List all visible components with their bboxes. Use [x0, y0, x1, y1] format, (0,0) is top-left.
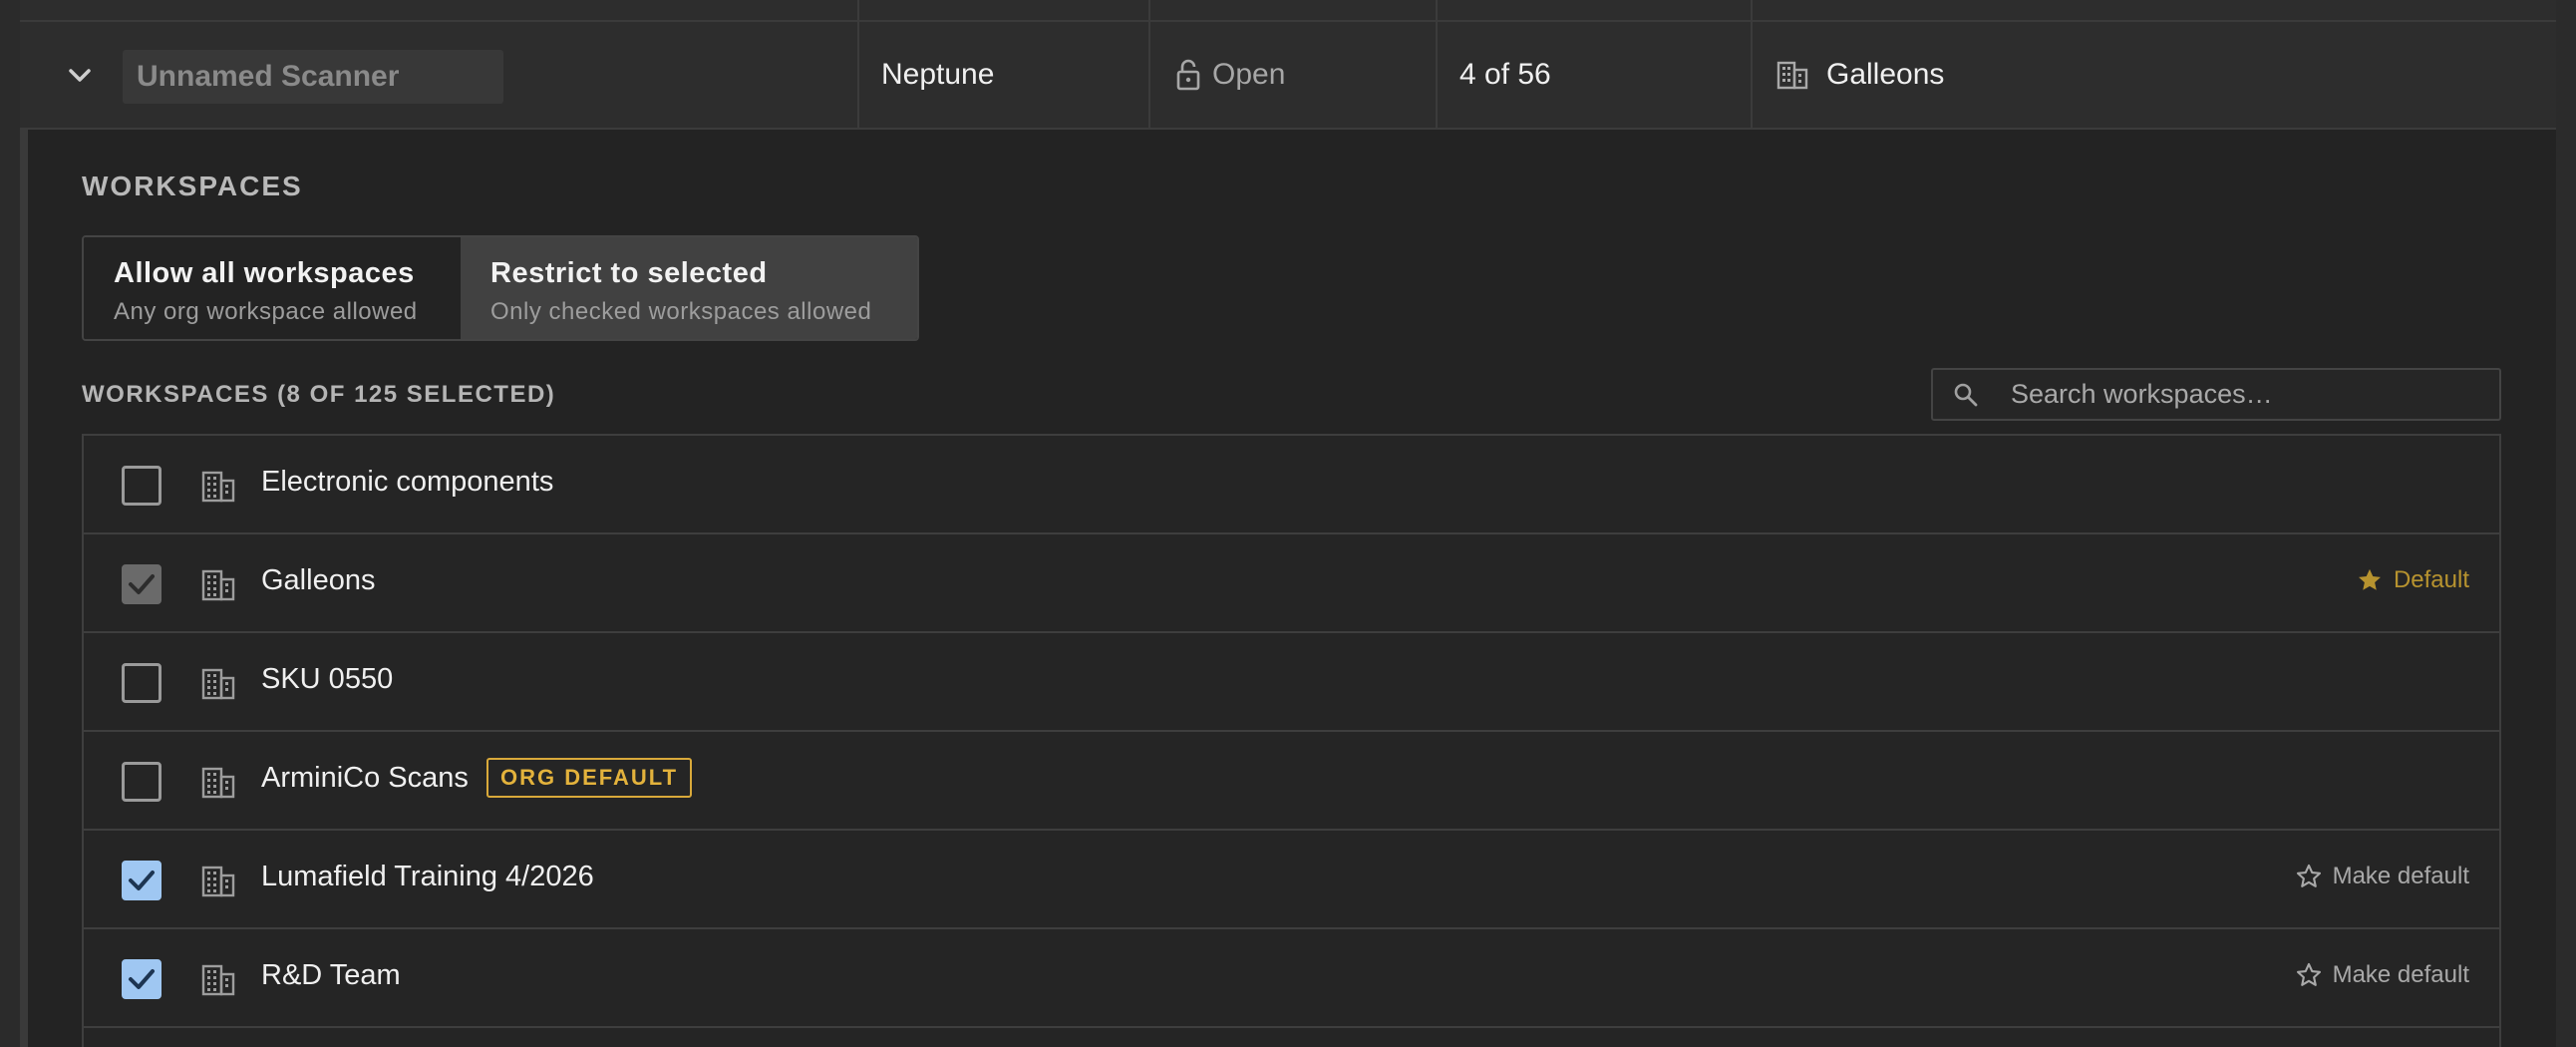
previous-row: [20, 0, 2556, 22]
org-default-badge: ORG DEFAULT: [486, 758, 693, 798]
scanner-status: Open: [1176, 58, 1285, 92]
search-workspaces-input[interactable]: [2011, 379, 2489, 410]
search-icon: [1954, 383, 1978, 406]
scanner-count-cell: 4 of 56: [1436, 22, 1751, 128]
col-divider: [1148, 0, 1150, 22]
restrict-subtitle: Only checked workspaces allowed: [490, 298, 872, 325]
workspace-checkbox[interactable]: [122, 762, 161, 802]
workspace-action-label: Default: [2393, 566, 2469, 593]
scanner-workspace-name: Galleons: [1826, 58, 1945, 91]
building-icon: [1776, 61, 1808, 90]
workspace-name: SKU 0550: [261, 663, 394, 695]
workspace-row[interactable]: Electronic components: [84, 436, 2499, 534]
building-icon: [200, 961, 236, 997]
scanner-status-text: Open: [1212, 58, 1286, 91]
col-divider: [1751, 0, 1753, 22]
workspace-name: R&D Team: [261, 959, 401, 991]
building-icon: [200, 566, 236, 602]
default-indicator: Default: [2356, 566, 2469, 594]
allow-all-subtitle: Any org workspace allowed: [114, 298, 418, 325]
workspace-name: Galleons: [261, 564, 376, 596]
star-outline-icon: [2295, 863, 2323, 890]
make-default-button[interactable]: Make default: [2295, 863, 2469, 890]
scanner-row[interactable]: Unnamed Scanner Neptune Open 4 of 56 Gal…: [20, 22, 2556, 130]
star-outline-icon: [2295, 961, 2323, 989]
star-filled-icon: [2356, 566, 2384, 594]
building-icon: [200, 468, 236, 504]
workspace-list: Electronic components Galleons Default SKU …: [82, 434, 2501, 1047]
workspaces-selected-caption: WORKSPACES (8 OF 125 SELECTED): [82, 381, 556, 408]
col-divider: [1436, 0, 1438, 22]
workspace-row[interactable]: Galleons Default: [84, 534, 2499, 633]
workspace-checkbox[interactable]: [122, 959, 161, 999]
restrict-title: Restrict to selected: [490, 257, 768, 289]
make-default-button[interactable]: Make default: [2295, 961, 2469, 989]
allow-all-workspaces-option[interactable]: Allow all workspaces Any org workspace a…: [84, 237, 461, 339]
panel-accent-bar: [20, 130, 28, 1047]
scanner-status-cell: Open: [1148, 22, 1436, 128]
workspace-checkbox[interactable]: [122, 861, 161, 900]
scanner-location: Neptune: [881, 58, 995, 91]
scanner-location-cell: Neptune: [857, 22, 1148, 128]
workspace-mode-toggle: Allow all workspaces Any org workspace a…: [82, 235, 919, 341]
workspace-action-label: Make default: [2332, 863, 2469, 889]
building-icon: [200, 863, 236, 898]
allow-all-title: Allow all workspaces: [114, 257, 415, 289]
workspace-action-label: Make default: [2332, 961, 2469, 988]
workspace-row[interactable]: R&D Team Make default: [84, 929, 2499, 1028]
workspace-name: Electronic components: [261, 466, 554, 498]
restrict-to-selected-option[interactable]: Restrict to selected Only checked worksp…: [461, 237, 917, 339]
col-divider: [857, 0, 859, 22]
building-icon: [200, 665, 236, 701]
collapse-chevron-icon[interactable]: [62, 58, 98, 94]
workspace-checkbox: [122, 564, 161, 604]
workspace-checkbox[interactable]: [122, 466, 161, 506]
scanner-name-input[interactable]: Unnamed Scanner: [123, 50, 503, 104]
scanner-count: 4 of 56: [1459, 58, 1551, 91]
workspace-row[interactable]: Lumafield Training 4/2026 Make default: [84, 831, 2499, 929]
workspaces-section-title: WORKSPACES: [82, 171, 303, 201]
workspace-name: ArminiCo Scans: [261, 762, 469, 794]
unlock-icon: [1176, 59, 1200, 91]
workspace-checkbox[interactable]: [122, 663, 161, 703]
workspace-row[interactable]: ArminiCo Scans ORG DEFAULT: [84, 732, 2499, 831]
scanner-workspace: Galleons: [1776, 58, 1944, 92]
workspace-row[interactable]: SKU 0550: [84, 633, 2499, 732]
workspace-name: Lumafield Training 4/2026: [261, 861, 594, 892]
building-icon: [200, 764, 236, 800]
workspace-search: [1931, 368, 2501, 421]
scanner-workspace-cell: Galleons: [1751, 22, 2556, 128]
page: Unnamed Scanner Neptune Open 4 of 56 Gal…: [0, 0, 2576, 1047]
